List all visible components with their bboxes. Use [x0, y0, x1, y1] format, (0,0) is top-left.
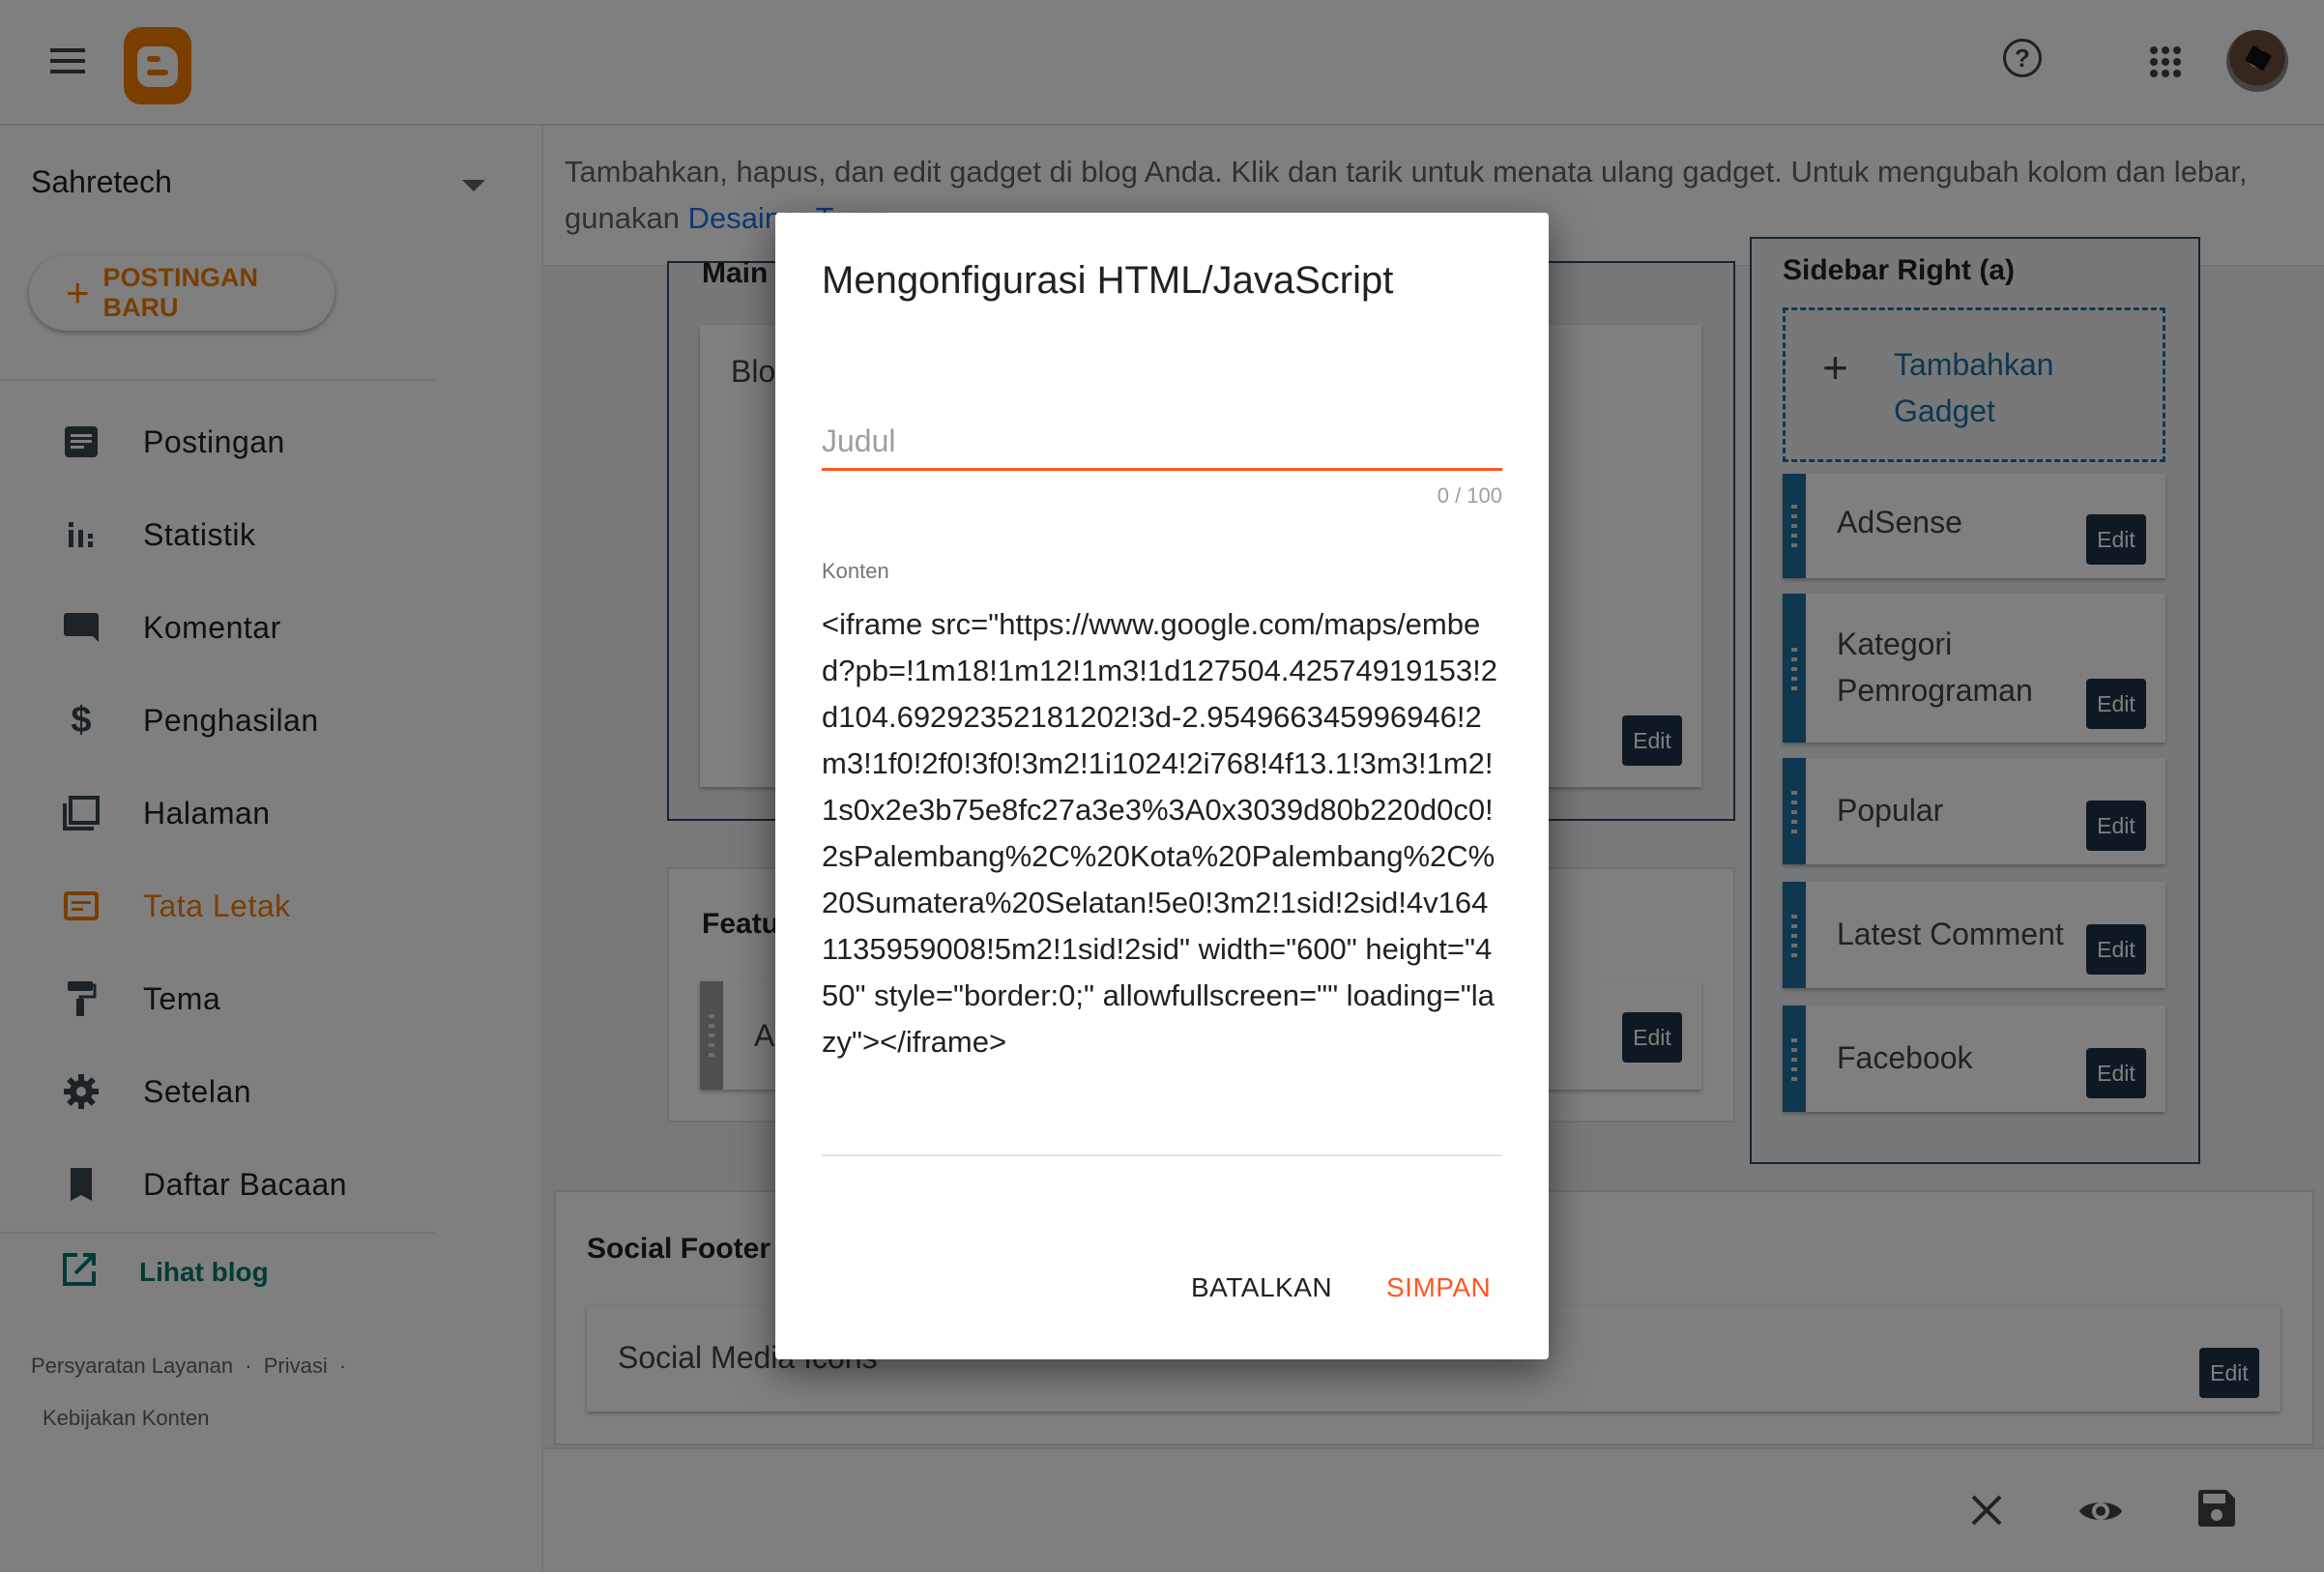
save-button[interactable]: SIMPAN [1386, 1272, 1491, 1303]
html-javascript-config-dialog: Mengonfigurasi HTML/JavaScript 0 / 100 K… [775, 213, 1549, 1359]
cancel-button[interactable]: BATALKAN [1191, 1272, 1332, 1303]
content-label: Konten [822, 559, 889, 583]
content-textarea[interactable] [822, 601, 1502, 1156]
dialog-title: Mengonfigurasi HTML/JavaScript [822, 259, 1394, 302]
title-input[interactable] [822, 414, 1502, 471]
title-char-counter: 0 / 100 [1437, 483, 1502, 508]
